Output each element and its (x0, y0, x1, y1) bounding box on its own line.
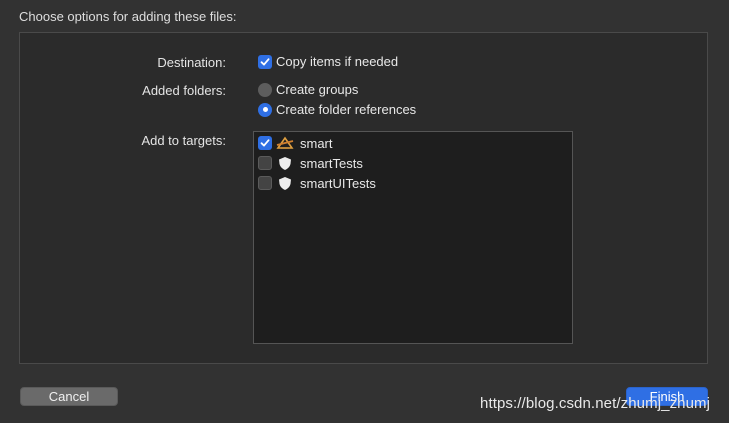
radio-selected-icon[interactable] (258, 102, 272, 117)
target-row-smart[interactable]: smart (258, 135, 333, 151)
target-name: smart (300, 135, 333, 151)
options-panel: Destination: Copy items if needed Added … (19, 32, 708, 364)
checkbox-unchecked-icon[interactable] (258, 176, 272, 190)
added-folders-label: Added folders: (142, 83, 226, 98)
create-folder-references-label: Create folder references (276, 102, 417, 117)
targets-list[interactable]: smart smartTests smartUITests (253, 131, 573, 344)
destination-label: Destination: (157, 55, 226, 70)
target-row-smarttests[interactable]: smartTests (258, 155, 363, 171)
checkbox-checked-icon[interactable] (258, 136, 272, 150)
cancel-button[interactable]: Cancel (20, 387, 118, 406)
create-folder-references-radio[interactable]: Create folder references (258, 102, 416, 117)
dialog-heading: Choose options for adding these files: (19, 9, 237, 24)
checkbox-checked-icon[interactable] (258, 54, 272, 69)
create-groups-radio[interactable]: Create groups (258, 82, 358, 97)
target-name: smartUITests (300, 175, 376, 191)
add-to-targets-label: Add to targets: (141, 133, 226, 148)
radio-unselected-icon[interactable] (258, 82, 272, 97)
test-shield-icon (276, 175, 294, 191)
watermark-text: https://blog.csdn.net/zhumj_zhumj (480, 395, 711, 412)
target-row-smartuitests[interactable]: smartUITests (258, 175, 376, 191)
app-target-icon (276, 135, 294, 151)
copy-items-checkbox[interactable]: Copy items if needed (258, 54, 398, 69)
create-groups-label: Create groups (276, 82, 359, 97)
checkbox-unchecked-icon[interactable] (258, 156, 272, 170)
target-name: smartTests (300, 155, 363, 171)
copy-items-label: Copy items if needed (276, 54, 399, 69)
test-shield-icon (276, 155, 294, 171)
